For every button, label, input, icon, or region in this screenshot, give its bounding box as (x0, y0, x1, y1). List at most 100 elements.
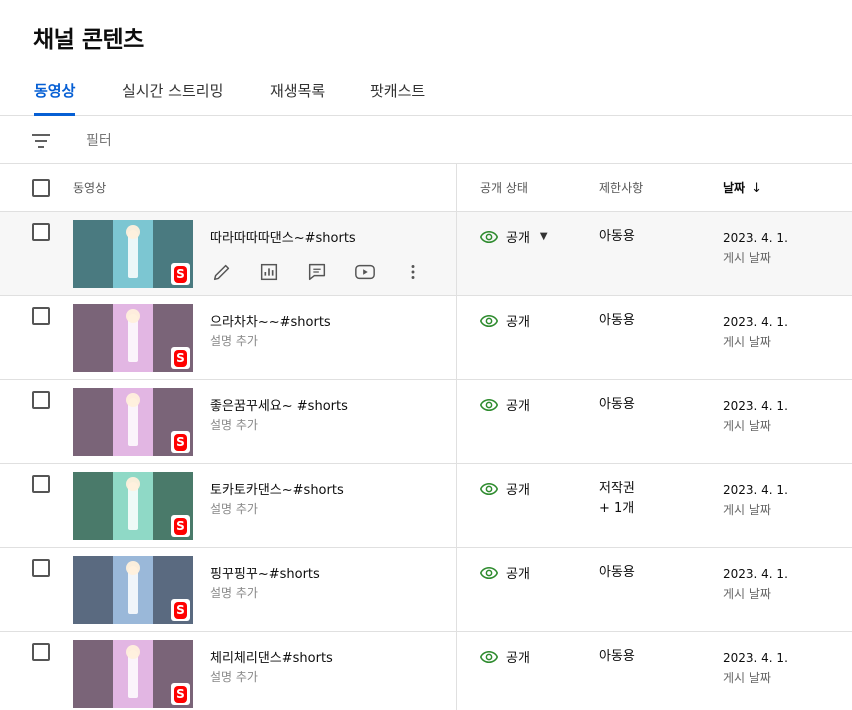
visibility-eye-icon (480, 314, 498, 327)
date-label: 게시 날짜 (723, 335, 771, 349)
table-row[interactable]: S 좋은꿈꾸세요~ #shorts 설명 추가 공개 아동용 2023. 4. 1. 게시 … (0, 380, 852, 464)
visibility-status: 공개 (480, 647, 530, 666)
publish-date: 2023. 4. 1. 게시 날짜 (723, 480, 788, 520)
visibility-label: 공개 (506, 315, 530, 330)
column-date[interactable]: 날짜 ↓ (723, 179, 762, 196)
video-thumbnail[interactable]: S (73, 640, 193, 708)
restriction: 아동용 (599, 395, 635, 415)
restriction-label: 저작권 (599, 481, 635, 496)
visibility-status[interactable]: 공개 ▼ (480, 227, 548, 246)
restriction-label: 아동용 (599, 397, 635, 412)
row-checkbox[interactable] (32, 307, 50, 325)
date-value: 2023. 4. 1. (723, 567, 788, 581)
video-thumbnail[interactable]: S (73, 304, 193, 372)
row-checkbox[interactable] (32, 643, 50, 661)
video-thumbnail[interactable]: S (73, 220, 193, 288)
select-all-checkbox[interactable] (32, 179, 50, 197)
restriction: 아동용 (599, 647, 635, 667)
restriction: 아동용 (599, 311, 635, 331)
restriction-label: 아동용 (599, 229, 635, 244)
date-value: 2023. 4. 1. (723, 483, 788, 497)
visibility-eye-icon (480, 482, 498, 495)
shorts-icon: S (171, 347, 190, 369)
restriction: 아동용 (599, 563, 635, 583)
page-title: 채널 콘텐츠 (33, 27, 144, 53)
tab-videos[interactable]: 동영상 (34, 80, 76, 116)
tab-playlists[interactable]: 재생목록 (270, 80, 325, 116)
filter-icon[interactable] (32, 132, 50, 148)
video-description[interactable]: 설명 추가 (210, 668, 258, 685)
restriction: 저작권 + 1개 (599, 479, 635, 519)
date-label: 게시 날짜 (723, 671, 771, 685)
restriction-label: 아동용 (599, 565, 635, 580)
visibility-status: 공개 (480, 479, 530, 498)
video-description[interactable]: 설명 추가 (210, 332, 258, 349)
publish-date: 2023. 4. 1. 게시 날짜 (723, 396, 788, 436)
column-visibility[interactable]: 공개 상태 (480, 179, 528, 196)
table-row[interactable]: S 토카토카댄스~#shorts 설명 추가 공개 저작권 + 1개 2023. 4. 1.… (0, 464, 852, 548)
table-row[interactable]: S 따라따따따댄스~#shorts 공개 ▼ 아동용 2023. 4. 1. 게시 날짜 (0, 212, 852, 296)
filter-input[interactable]: 필터 (86, 130, 112, 150)
visibility-eye-icon (480, 398, 498, 411)
visibility-label: 공개 (506, 567, 530, 582)
restriction: 아동용 (599, 227, 635, 247)
video-thumbnail[interactable]: S (73, 472, 193, 540)
row-checkbox[interactable] (32, 223, 50, 241)
arrow-down-icon: ↓ (751, 181, 762, 196)
row-checkbox[interactable] (32, 559, 50, 577)
tab-live[interactable]: 실시간 스트리밍 (122, 80, 223, 116)
more-vert-icon[interactable] (401, 260, 425, 284)
restriction-label: 아동용 (599, 313, 635, 328)
table-row[interactable]: S 핑꾸핑꾸~#shorts 설명 추가 공개 아동용 2023. 4. 1. 게시 날짜 (0, 548, 852, 632)
video-title[interactable]: 따라따따따댄스~#shorts (210, 227, 356, 246)
tab-bar: 동영상 실시간 스트리밍 재생목록 팟캐스트 (0, 72, 852, 116)
video-description[interactable]: 설명 추가 (210, 584, 258, 601)
video-title[interactable]: 토카토카댄스~#shorts (210, 479, 344, 498)
shorts-icon: S (171, 515, 190, 537)
table-row[interactable]: S 으라차차~~#shorts 설명 추가 공개 아동용 2023. 4. 1. 게시 날짜 (0, 296, 852, 380)
video-description[interactable]: 설명 추가 (210, 500, 258, 517)
restriction-extra[interactable]: + 1개 (599, 499, 635, 519)
shorts-icon: S (171, 263, 190, 285)
visibility-status: 공개 (480, 395, 530, 414)
video-title[interactable]: 좋은꿈꾸세요~ #shorts (210, 395, 348, 414)
publish-date: 2023. 4. 1. 게시 날짜 (723, 228, 788, 268)
visibility-eye-icon (480, 650, 498, 663)
publish-date: 2023. 4. 1. 게시 날짜 (723, 648, 788, 688)
column-divider (456, 164, 457, 710)
comments-icon[interactable] (305, 260, 329, 284)
row-checkbox[interactable] (32, 391, 50, 409)
date-value: 2023. 4. 1. (723, 231, 788, 245)
visibility-status: 공개 (480, 311, 530, 330)
tab-podcasts[interactable]: 팟캐스트 (370, 80, 425, 116)
filter-bar: 필터 (0, 116, 852, 164)
analytics-icon[interactable] (257, 260, 281, 284)
shorts-icon: S (171, 431, 190, 453)
video-title[interactable]: 으라차차~~#shorts (210, 311, 331, 330)
column-restrictions[interactable]: 제한사항 (599, 179, 643, 196)
visibility-label: 공개 (506, 651, 530, 666)
publish-date: 2023. 4. 1. 게시 날짜 (723, 312, 788, 352)
date-label: 게시 날짜 (723, 587, 771, 601)
column-video: 동영상 (73, 181, 107, 195)
date-value: 2023. 4. 1. (723, 651, 788, 665)
date-label: 게시 날짜 (723, 503, 771, 517)
table-row[interactable]: S 체리체리댄스#shorts 설명 추가 공개 아동용 2023. 4. 1. 게시 날짜 (0, 632, 852, 710)
visibility-eye-icon (480, 566, 498, 579)
visibility-label: 공개 (506, 231, 530, 246)
video-title[interactable]: 핑꾸핑꾸~#shorts (210, 563, 320, 582)
youtube-icon[interactable] (353, 260, 377, 284)
caret-down-icon[interactable]: ▼ (540, 231, 548, 242)
shorts-icon: S (171, 683, 190, 705)
visibility-eye-icon (480, 230, 498, 243)
date-label: 게시 날짜 (723, 419, 771, 433)
pencil-icon[interactable] (210, 260, 234, 284)
visibility-label: 공개 (506, 399, 530, 414)
video-title[interactable]: 체리체리댄스#shorts (210, 647, 333, 666)
video-thumbnail[interactable]: S (73, 556, 193, 624)
video-description[interactable]: 설명 추가 (210, 416, 258, 433)
row-checkbox[interactable] (32, 475, 50, 493)
date-value: 2023. 4. 1. (723, 399, 788, 413)
row-actions (210, 260, 440, 284)
video-thumbnail[interactable]: S (73, 388, 193, 456)
